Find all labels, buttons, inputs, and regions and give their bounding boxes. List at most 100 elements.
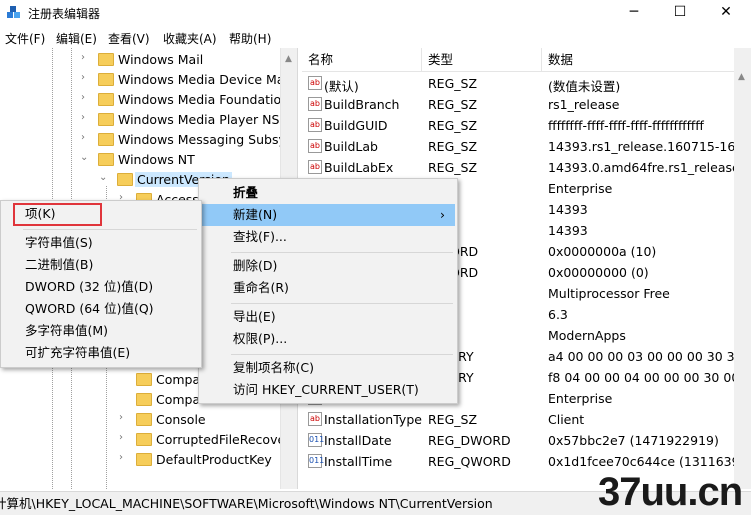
value-name: InstallationType bbox=[324, 412, 422, 427]
ctx-permissions[interactable]: 权限(P)... bbox=[201, 328, 455, 350]
chevron-down-icon[interactable]: ⌄ bbox=[99, 172, 109, 183]
submenu-string-value[interactable]: 字符串值(S) bbox=[3, 232, 199, 254]
value-data: 6.3 bbox=[548, 307, 568, 322]
tree-item-windows-media-player[interactable]: › Windows Media Player NSS bbox=[0, 110, 287, 130]
ctx-new[interactable]: 新建(N) › bbox=[201, 204, 455, 226]
submenu-binary-value[interactable]: 二进制值(B) bbox=[3, 254, 199, 276]
value-name: BuildLabEx bbox=[324, 160, 394, 175]
context-menu: 折叠 新建(N) › 查找(F)... 删除(D) 重命名(R) 导出(E) 权… bbox=[198, 178, 458, 404]
column-header-type[interactable]: 类型 bbox=[422, 48, 542, 72]
list-scrollbar[interactable]: ▲ bbox=[734, 48, 751, 489]
menu-view[interactable]: 查看(V) bbox=[108, 30, 150, 47]
chevron-right-icon[interactable]: › bbox=[81, 52, 91, 63]
ctx-collapse[interactable]: 折叠 bbox=[201, 182, 455, 204]
string-value-icon: ab bbox=[308, 118, 322, 132]
value-name: BuildBranch bbox=[324, 97, 400, 112]
tree-item-defaultproductkey[interactable]: › DefaultProductKey bbox=[0, 450, 280, 470]
chevron-right-icon[interactable]: › bbox=[119, 432, 129, 443]
value-name: (默认) bbox=[324, 79, 359, 94]
tree-item-label: Windows Messaging Subsy bbox=[118, 132, 286, 147]
scroll-up-arrow-icon[interactable]: ▲ bbox=[738, 72, 747, 84]
tree-item-windows-media-foundation[interactable]: › Windows Media Foundatior bbox=[0, 90, 286, 110]
submenu-qword-value[interactable]: QWORD (64 位)值(Q) bbox=[3, 298, 199, 320]
folder-icon bbox=[98, 113, 114, 126]
tree-item-corruptedfilerecovery[interactable]: › CorruptedFileRecove bbox=[0, 430, 285, 450]
folder-icon bbox=[117, 173, 133, 186]
folder-icon bbox=[98, 153, 114, 166]
menu-file[interactable]: 文件(F) bbox=[5, 30, 45, 47]
window-title: 注册表编辑器 bbox=[28, 7, 101, 21]
chevron-right-icon[interactable]: › bbox=[81, 72, 91, 83]
ctx-rename[interactable]: 重命名(R) bbox=[201, 277, 455, 299]
chevron-right-icon[interactable]: › bbox=[81, 112, 91, 123]
submenu-multistring-value[interactable]: 多字符串值(M) bbox=[3, 320, 199, 342]
ctx-find[interactable]: 查找(F)... bbox=[201, 226, 455, 248]
value-row[interactable]: ab (默认) REG_SZ (数值未设置) bbox=[302, 73, 751, 94]
maximize-button[interactable]: ☐ bbox=[657, 0, 703, 27]
value-data: Enterprise bbox=[548, 391, 613, 406]
submenu-dword-value[interactable]: DWORD (32 位)值(D) bbox=[3, 276, 199, 298]
menu-separator bbox=[231, 303, 453, 304]
tree-item-label: Compa bbox=[156, 372, 201, 387]
tree-item-windows-messaging[interactable]: › Windows Messaging Subsy bbox=[0, 130, 286, 150]
chevron-right-icon[interactable]: › bbox=[119, 452, 129, 463]
tree-item-label: Windows Media Player NSS bbox=[118, 112, 288, 127]
column-header-data[interactable]: 数据 bbox=[542, 48, 751, 72]
tree-item-windows-media-device[interactable]: › Windows Media Device Ma bbox=[0, 70, 284, 90]
tree-item-console[interactable]: › Console bbox=[0, 410, 280, 430]
close-button[interactable]: ✕ bbox=[703, 0, 749, 27]
value-name: BuildGUID bbox=[324, 118, 388, 133]
value-row[interactable]: ab InstallationType REG_SZ Client bbox=[302, 409, 751, 430]
scroll-up-arrow-icon[interactable]: ▲ bbox=[285, 54, 294, 64]
chevron-right-icon[interactable]: › bbox=[81, 92, 91, 103]
menu-edit[interactable]: 编辑(E) bbox=[56, 30, 97, 47]
chevron-right-icon[interactable]: › bbox=[119, 412, 129, 423]
tree-item-label: Windows Media Foundatior bbox=[118, 92, 287, 107]
value-type: REG_SZ bbox=[428, 160, 478, 175]
registry-editor-icon bbox=[7, 6, 20, 18]
value-data: 14393.0.amd64fre.rs1_release.1607 bbox=[548, 160, 734, 175]
value-data: ffffffff-ffff-ffff-ffff-ffffffffffff bbox=[548, 118, 704, 133]
string-value-icon: ab bbox=[308, 160, 322, 174]
binary-value-icon: 011 bbox=[308, 454, 324, 468]
value-row[interactable]: ab BuildGUID REG_SZ ffffffff-ffff-ffff-ffff… bbox=[302, 115, 751, 136]
value-row[interactable]: ab BuildLab REG_SZ 14393.rs1_release.160715… bbox=[302, 136, 751, 157]
folder-icon bbox=[136, 413, 152, 426]
value-row[interactable]: ab BuildBranch REG_SZ rs1_release bbox=[302, 94, 751, 115]
ctx-copy-key-name[interactable]: 复制项名称(C) bbox=[201, 357, 455, 379]
value-row[interactable]: 011 InstallDate REG_DWORD 0x57bbc2e7 (14719… bbox=[302, 430, 751, 451]
minimize-button[interactable]: ─ bbox=[611, 0, 657, 27]
tree-item-label: Console bbox=[156, 412, 206, 427]
menu-bar: 文件(F) 编辑(E) 查看(V) 收藏夹(A) 帮助(H) bbox=[0, 27, 751, 48]
ctx-delete[interactable]: 删除(D) bbox=[201, 255, 455, 277]
tree-item-label: Windows Mail bbox=[118, 52, 204, 67]
submenu-expandable-string-value[interactable]: 可扩充字符串值(E) bbox=[3, 342, 199, 364]
value-data: Client bbox=[548, 412, 585, 427]
annotation-highlight-box bbox=[13, 203, 102, 226]
watermark-logo: 37uu.cn bbox=[598, 470, 743, 514]
menu-separator bbox=[231, 252, 453, 253]
value-data: f8 04 00 00 04 00 00 00 30 00 3 bbox=[548, 370, 734, 385]
value-data: ModernApps bbox=[548, 328, 626, 343]
tree-item-windows-nt[interactable]: ⌄ Windows NT bbox=[0, 150, 280, 170]
value-data: 14393.rs1_release.160715-1616 bbox=[548, 139, 734, 154]
chevron-down-icon[interactable]: ⌄ bbox=[80, 152, 90, 163]
value-name: InstallDate bbox=[324, 433, 392, 448]
value-data: 0x1d1fcee70c644ce (131163965 bbox=[548, 454, 734, 469]
menu-help[interactable]: 帮助(H) bbox=[229, 30, 271, 47]
value-type: REG_DWORD bbox=[428, 433, 511, 448]
value-row[interactable]: ab BuildLabEx REG_SZ 14393.0.amd64fre.rs1_r… bbox=[302, 157, 751, 178]
string-value-icon: ab bbox=[308, 76, 322, 90]
ctx-goto-hkcu[interactable]: 访问 HKEY_CURRENT_USER(T) bbox=[201, 379, 455, 401]
value-data: 14393 bbox=[548, 223, 588, 238]
menu-favorites[interactable]: 收藏夹(A) bbox=[163, 30, 217, 47]
menu-separator bbox=[23, 229, 197, 230]
ctx-export[interactable]: 导出(E) bbox=[201, 306, 455, 328]
value-row[interactable]: 011 InstallTime REG_QWORD 0x1d1fcee70c644ce… bbox=[302, 451, 751, 472]
folder-icon bbox=[98, 73, 114, 86]
tree-item-windows-mail[interactable]: › Windows Mail bbox=[0, 50, 280, 70]
folder-icon bbox=[98, 53, 114, 66]
chevron-right-icon[interactable]: › bbox=[81, 132, 91, 143]
column-header-name[interactable]: 名称 bbox=[302, 48, 422, 72]
value-data: 14393 bbox=[548, 202, 588, 217]
